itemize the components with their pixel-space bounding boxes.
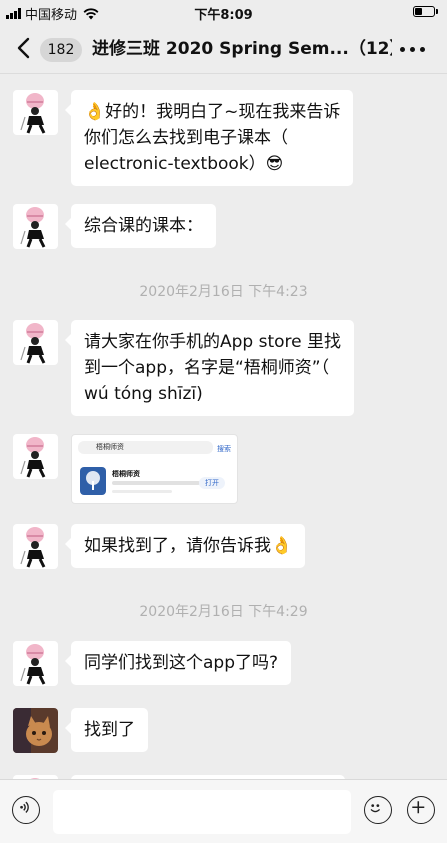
more-dots-icon[interactable] [400, 47, 425, 52]
image-message[interactable]: ‹ 梧桐师资 搜索 梧桐师资 打开 [71, 434, 238, 504]
message-list[interactable]: 👌好的！我明白了~现在我来告诉 你们怎么去找到电子课本（ electronic-… [0, 74, 447, 779]
app-name: 梧桐师资 [112, 470, 140, 478]
avatar[interactable] [13, 90, 58, 135]
message-row: 综合课的课本： [13, 204, 216, 249]
message-bubble[interactable]: 找到了 [65, 708, 148, 752]
status-time: 下午8:09 [194, 8, 253, 23]
status-bar: 中国移动 下午8:09 [0, 0, 447, 24]
battery-icon [413, 6, 438, 17]
search-input: 梧桐师资 [78, 441, 213, 454]
chevron-left-icon[interactable] [14, 36, 36, 60]
open-button: 打开 [199, 477, 225, 489]
message-row: ‹ 梧桐师资 搜索 梧桐师资 打开 [13, 434, 238, 504]
message-bubble[interactable]: 如果找到了，请你告诉我👌 [64, 524, 306, 568]
avatar[interactable] [13, 524, 58, 569]
unread-count-badge[interactable]: 182 [40, 38, 82, 62]
app-meta [112, 490, 172, 493]
message-bubble[interactable]: 👌好的！我明白了~现在我来告诉 你们怎么去找到电子课本（ electronic-… [64, 90, 354, 186]
message-row: 找到了 [13, 708, 148, 753]
message-row: 如果找到了，请你告诉我👌 [13, 524, 306, 569]
message-bubble[interactable]: 综合课的课本： [65, 204, 216, 248]
message-row: 👌好的！我明白了~现在我来告诉 你们怎么去找到电子课本（ electronic-… [13, 90, 354, 186]
avatar[interactable] [13, 641, 58, 686]
chat-title: 进修三班 2020 Spring Sem...（12） [92, 39, 392, 59]
chat-header: 182 进修三班 2020 Spring Sem...（12） [0, 24, 447, 74]
app-description [112, 481, 200, 485]
message-row: 同学们找到这个app了吗? [13, 641, 292, 686]
message-bubble[interactable]: 同学们找到这个app了吗? [64, 641, 292, 685]
app-icon [80, 467, 106, 495]
message-row: 请大家在你手机的App store 里找 到一个app，名字是“梧桐师资”（ w… [13, 320, 355, 416]
search-button: 搜索 [217, 445, 231, 453]
timestamp: 2020年2月16日 下午4:23 [139, 284, 308, 300]
input-bar [0, 779, 447, 843]
voice-icon[interactable] [12, 796, 40, 824]
avatar[interactable] [13, 708, 58, 753]
emoji-icon[interactable] [364, 796, 392, 824]
avatar[interactable] [13, 204, 58, 249]
plus-icon[interactable] [407, 796, 435, 824]
avatar[interactable] [13, 320, 58, 365]
avatar[interactable] [13, 434, 58, 479]
message-bubble[interactable]: 请大家在你手机的App store 里找 到一个app，名字是“梧桐师资”（ w… [64, 320, 355, 416]
timestamp: 2020年2月16日 下午4:29 [139, 604, 308, 620]
message-input[interactable] [53, 790, 351, 834]
